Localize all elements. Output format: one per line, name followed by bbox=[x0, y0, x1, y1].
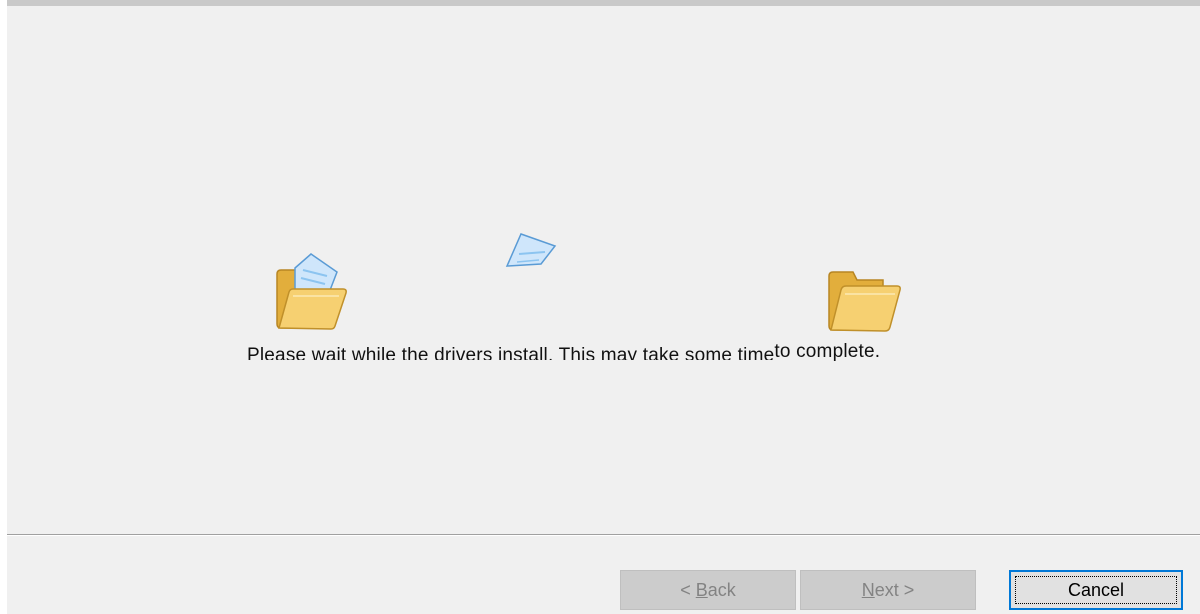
next-button-mnemonic: N bbox=[861, 580, 875, 600]
back-button-arrow: < bbox=[680, 580, 696, 600]
install-status-message: Please wait while the drivers install. T… bbox=[247, 341, 881, 362]
next-button-label: ext > bbox=[874, 580, 915, 600]
cancel-button[interactable]: Cancel bbox=[1009, 570, 1183, 610]
back-button-mnemonic: B bbox=[695, 580, 708, 600]
focus-ring bbox=[1015, 576, 1177, 604]
next-button[interactable]: Next > bbox=[800, 570, 976, 610]
button-bar-separator bbox=[7, 534, 1200, 536]
open-folder-with-document-icon bbox=[276, 253, 347, 330]
back-button[interactable]: < Back bbox=[620, 570, 796, 610]
driver-install-dialog: Please wait while the drivers install. T… bbox=[7, 0, 1200, 614]
back-button-label: ack bbox=[707, 580, 736, 600]
wizard-content: Please wait while the drivers install. T… bbox=[7, 6, 1200, 530]
flying-document-icon bbox=[505, 233, 557, 267]
folder-icon bbox=[828, 271, 901, 332]
